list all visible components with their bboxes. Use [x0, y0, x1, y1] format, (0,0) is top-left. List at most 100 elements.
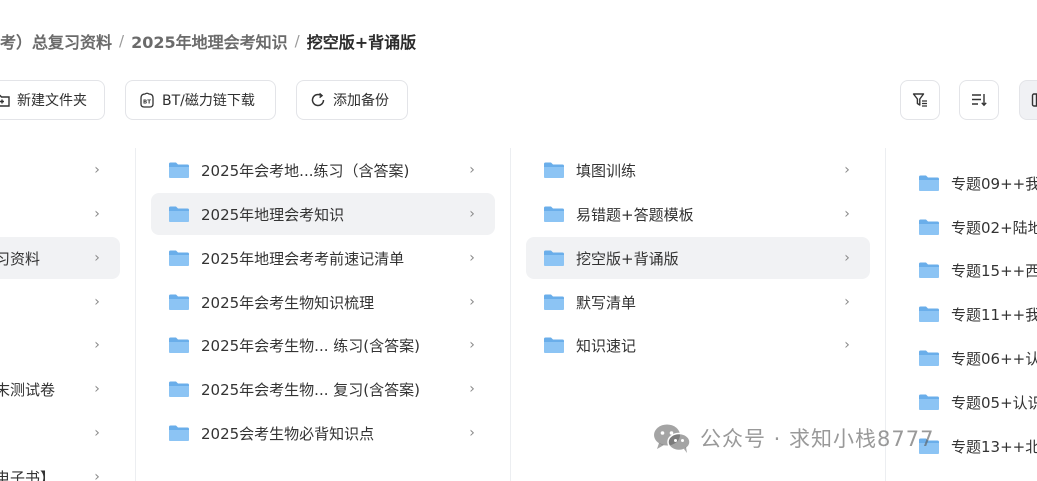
folder-icon: [543, 161, 565, 179]
chevron-right-icon: ›: [94, 425, 100, 441]
col4-row-partial[interactable]: [901, 138, 1037, 150]
row-label: 专题05+认识: [951, 393, 1037, 412]
row-label: 习资料: [0, 249, 41, 268]
col1-row[interactable]: ›: [0, 324, 120, 366]
row-label: 2025会考生物必背知识点: [201, 424, 375, 443]
column-divider: [510, 148, 511, 481]
chevron-right-icon: ›: [844, 337, 850, 353]
col4-row[interactable]: 专题15++西: [901, 249, 1037, 291]
col4-row[interactable]: 专题06++认: [901, 337, 1037, 379]
column-view-button[interactable]: [1019, 80, 1037, 120]
add-backup-button[interactable]: 添加备份: [296, 80, 408, 120]
filter-icon: [912, 93, 927, 107]
col3-row[interactable]: 默写清单 ›: [526, 281, 870, 323]
add-backup-label: 添加备份: [333, 93, 389, 109]
row-label: 专题02+陆地: [951, 218, 1037, 237]
folder-icon: [168, 161, 190, 179]
chevron-right-icon: ›: [94, 337, 100, 353]
row-label: 2025年会考生物知识梳理: [201, 293, 375, 312]
col2-row[interactable]: 2025年会考生物... 复习(含答案) ›: [151, 368, 495, 410]
col3-row[interactable]: 填图训练 ›: [526, 149, 870, 191]
col3-row-selected[interactable]: 挖空版+背诵版 ›: [526, 237, 870, 279]
row-label: 电子书】: [0, 468, 56, 481]
bt-icon: BT: [140, 92, 154, 108]
folder-icon: [918, 138, 940, 144]
col1-row[interactable]: ›: [0, 281, 120, 323]
new-folder-button[interactable]: 新建文件夹: [0, 80, 105, 120]
new-folder-label: 新建文件夹: [17, 93, 87, 109]
row-label: 专题09++我: [951, 174, 1037, 193]
col2-row[interactable]: 2025年地理会考考前速记清单 ›: [151, 237, 495, 279]
chevron-right-icon: ›: [94, 469, 100, 481]
watermark-text: 公众号 · 求知小栈8777: [700, 427, 935, 451]
col1-row[interactable]: 电子书】 ›: [0, 456, 120, 481]
row-label: 专题15++西: [951, 261, 1037, 280]
folder-icon: [168, 424, 190, 442]
filter-button[interactable]: [900, 80, 940, 120]
sort-icon: [972, 94, 987, 107]
refresh-icon: [311, 92, 325, 107]
breadcrumb-separator: /: [294, 32, 300, 50]
bt-download-button[interactable]: BT BT/磁力链下载: [125, 80, 276, 120]
chevron-right-icon: ›: [844, 250, 850, 266]
row-label: 易错题+答题模板: [576, 205, 694, 224]
chevron-right-icon: ›: [94, 162, 100, 178]
row-label: 2025年会考地...练习（含答案): [201, 161, 410, 180]
folder-icon: [543, 249, 565, 267]
folder-icon: [918, 174, 940, 192]
col2-row[interactable]: 2025年会考地...练习（含答案) ›: [151, 149, 495, 191]
breadcrumb-item-geo-knowledge[interactable]: 2025年地理会考知识: [131, 29, 288, 53]
row-label: 2025年地理会考考前速记清单: [201, 249, 405, 268]
chevron-right-icon: ›: [469, 337, 475, 353]
folder-plus-icon: [0, 94, 10, 107]
row-label: 2025年会考生物... 复习(含答案): [201, 380, 420, 399]
chevron-right-icon: ›: [469, 162, 475, 178]
col4-row[interactable]: 专题02+陆地: [901, 206, 1037, 248]
col2-row[interactable]: 2025年会考生物知识梳理 ›: [151, 281, 495, 323]
folder-icon: [168, 205, 190, 223]
col4-row[interactable]: 专题11++我: [901, 293, 1037, 335]
folder-icon: [918, 261, 940, 279]
chevron-right-icon: ›: [94, 381, 100, 397]
col3-row[interactable]: 易错题+答题模板 ›: [526, 193, 870, 235]
folder-icon: [543, 293, 565, 311]
chevron-right-icon: ›: [469, 250, 475, 266]
row-label: 知识速记: [576, 336, 637, 355]
col2-row[interactable]: 2025年会考生物... 练习(含答案) ›: [151, 324, 495, 366]
col3-row[interactable]: 知识速记 ›: [526, 324, 870, 366]
folder-icon: [543, 336, 565, 354]
row-label: 挖空版+背诵版: [576, 249, 679, 268]
wechat-icon: [654, 424, 691, 453]
folder-icon: [918, 393, 940, 411]
folder-icon: [918, 349, 940, 367]
chevron-right-icon: ›: [469, 381, 475, 397]
folder-icon: [918, 305, 940, 323]
col4-row[interactable]: 专题09++我: [901, 162, 1037, 204]
chevron-right-icon: ›: [844, 294, 850, 310]
folder-icon: [168, 380, 190, 398]
chevron-right-icon: ›: [94, 250, 100, 266]
column-divider: [135, 148, 136, 481]
col2-row-selected[interactable]: 2025年地理会考知识 ›: [151, 193, 495, 235]
column-view-icon: [1031, 93, 1037, 107]
folder-icon: [168, 249, 190, 267]
breadcrumb-item-review[interactable]: 会考）总复习资料: [0, 29, 112, 53]
row-label: 专题11++我: [951, 305, 1037, 324]
col4-row[interactable]: 专题05+认识: [901, 381, 1037, 423]
col2-row[interactable]: 2025会考生物必背知识点 ›: [151, 412, 495, 454]
col1-row-selected[interactable]: 习资料 ›: [0, 237, 120, 279]
chevron-right-icon: ›: [469, 206, 475, 222]
sort-button[interactable]: [959, 80, 999, 120]
folder-icon: [168, 336, 190, 354]
col1-row[interactable]: ›: [0, 149, 120, 191]
folder-icon: [918, 218, 940, 236]
breadcrumb: 会考）总复习资料 / 2025年地理会考知识 / 挖空版+背诵版: [0, 29, 416, 53]
col1-row[interactable]: ›: [0, 193, 120, 235]
chevron-right-icon: ›: [469, 294, 475, 310]
row-label: 专题13++北: [951, 437, 1037, 456]
chevron-right-icon: ›: [844, 162, 850, 178]
watermark: 公众号 · 求知小栈8777: [652, 422, 934, 454]
row-label: 2025年会考生物... 练习(含答案): [201, 336, 420, 355]
col1-row[interactable]: ›: [0, 412, 120, 454]
col1-row[interactable]: 末测试卷 ›: [0, 368, 120, 410]
